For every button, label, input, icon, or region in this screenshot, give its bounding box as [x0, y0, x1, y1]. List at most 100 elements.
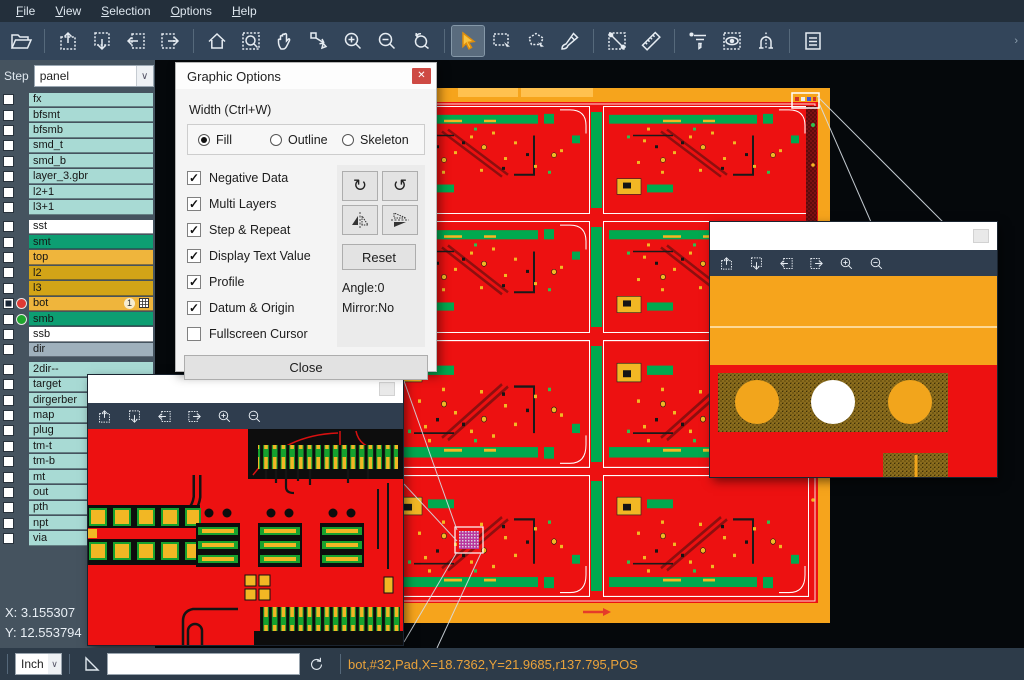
checkbox-box[interactable]: ✓	[187, 249, 201, 263]
reset-button[interactable]: Reset	[342, 244, 416, 270]
toolbar-overflow-icon[interactable]: ›	[1014, 35, 1018, 47]
radio-skeleton[interactable]: Skeleton	[342, 133, 414, 147]
send-top-icon[interactable]	[718, 255, 735, 272]
layer-name[interactable]: l3	[29, 281, 153, 295]
open-file-icon[interactable]	[5, 26, 37, 56]
zoom-in-icon[interactable]	[216, 408, 233, 425]
layer-row-l3[interactable]: l3	[0, 281, 155, 296]
corner-angle-icon[interactable]	[83, 655, 101, 673]
unit-select[interactable]: Inch ∨	[15, 653, 62, 675]
layer-row-l3+1[interactable]: l3+1	[0, 200, 155, 215]
layer-visibility-checkbox[interactable]	[3, 472, 14, 483]
zoom-out-icon[interactable]	[868, 255, 885, 272]
send-left-icon[interactable]	[778, 255, 795, 272]
layer-row-smt[interactable]: smt	[0, 235, 155, 250]
close-icon[interactable]: ✕	[412, 68, 431, 84]
layer-visibility-checkbox[interactable]	[3, 237, 14, 248]
layer-visibility-checkbox[interactable]	[3, 518, 14, 529]
ruler-icon[interactable]	[635, 26, 667, 56]
net-trace-icon[interactable]	[750, 26, 782, 56]
send-bottom-icon[interactable]	[748, 255, 765, 272]
checkbox-box[interactable]: ✓	[187, 275, 201, 289]
layer-visibility-checkbox[interactable]	[3, 171, 14, 182]
layer-visibility-checkbox[interactable]	[3, 502, 14, 513]
layer-visibility-checkbox[interactable]	[3, 110, 14, 121]
layer-visibility-checkbox[interactable]	[3, 298, 14, 309]
layer-row-bot[interactable]: bot1	[0, 296, 155, 311]
send-top-icon[interactable]	[52, 26, 84, 56]
layer-row-l2+1[interactable]: l2+1	[0, 184, 155, 199]
layer-name[interactable]: l2+1	[29, 185, 153, 199]
layer-visibility-checkbox[interactable]	[3, 410, 14, 421]
checkbox-multi-layers[interactable]: ✓Multi Layers	[187, 191, 333, 217]
layer-name[interactable]: smb	[29, 312, 153, 326]
layer-name[interactable]: bfsmb	[29, 123, 153, 137]
step-select[interactable]: panel ∨	[34, 65, 154, 87]
layer-visibility-checkbox[interactable]	[3, 314, 14, 325]
select-rect-icon[interactable]	[486, 26, 518, 56]
menu-item-selection[interactable]: Selection	[91, 1, 160, 21]
radio-outline[interactable]: Outline	[270, 133, 342, 147]
zoom-window-icon[interactable]	[235, 26, 267, 56]
layer-row-fx[interactable]: fx	[0, 92, 155, 107]
radio-circle[interactable]	[198, 134, 210, 146]
checkbox-step-repeat[interactable]: ✓Step & Repeat	[187, 217, 333, 243]
select-polygon-icon[interactable]	[520, 26, 552, 56]
layer-row-ssb[interactable]: ssb	[0, 327, 155, 342]
layer-name[interactable]: smt	[29, 235, 153, 249]
layer-visibility-checkbox[interactable]	[3, 441, 14, 452]
layer-visibility-checkbox[interactable]	[3, 94, 14, 105]
magnifier-view-bottom[interactable]	[88, 429, 403, 645]
checkbox-box[interactable]: ✓	[187, 197, 201, 211]
radio-fill[interactable]: Fill	[198, 133, 270, 147]
grid-table-icon[interactable]	[139, 298, 149, 308]
report-list-icon[interactable]	[797, 26, 829, 56]
chevron-down-icon[interactable]: ∨	[136, 66, 153, 86]
zoom-in-icon[interactable]	[337, 26, 369, 56]
layer-visibility-checkbox[interactable]	[3, 187, 14, 198]
dialog-titlebar[interactable]: Graphic Options ✕	[176, 63, 436, 89]
layer-name[interactable]: top	[29, 250, 153, 264]
layer-row-layer_3.gbr[interactable]: layer_3.gbr	[0, 169, 155, 184]
menu-item-file[interactable]: File	[6, 1, 45, 21]
layer-visibility-checkbox[interactable]	[3, 395, 14, 406]
pan-hand-icon[interactable]	[269, 26, 301, 56]
vertex-move-icon[interactable]	[303, 26, 335, 56]
zoom-previous-icon[interactable]	[405, 26, 437, 56]
layer-row-dir[interactable]: dir	[0, 342, 155, 357]
layer-visibility-checkbox[interactable]	[3, 344, 14, 355]
zoom-out-icon[interactable]	[246, 408, 263, 425]
layer-row-bfsmt[interactable]: bfsmt	[0, 107, 155, 122]
send-bottom-icon[interactable]	[86, 26, 118, 56]
layer-name[interactable]: sst	[29, 220, 153, 234]
checkbox-display-text-value[interactable]: ✓Display Text Value	[187, 243, 333, 269]
home-view-icon[interactable]	[201, 26, 233, 56]
layer-name[interactable]: bot1	[29, 297, 153, 311]
refresh-icon[interactable]	[308, 656, 325, 673]
menu-item-help[interactable]: Help	[222, 1, 267, 21]
close-button[interactable]: Close	[184, 355, 428, 380]
layer-visibility-checkbox[interactable]	[3, 156, 14, 167]
radio-circle[interactable]	[270, 134, 282, 146]
layer-visibility-checkbox[interactable]	[3, 533, 14, 544]
send-bottom-icon[interactable]	[126, 408, 143, 425]
menu-item-view[interactable]: View	[45, 1, 91, 21]
layer-name[interactable]: fx	[29, 93, 153, 107]
magnifier-window-top[interactable]	[710, 222, 997, 477]
layer-visibility-checkbox[interactable]	[3, 267, 14, 278]
layer-name[interactable]: layer_3.gbr	[29, 169, 153, 183]
brush-icon[interactable]	[554, 26, 586, 56]
zoom-in-icon[interactable]	[838, 255, 855, 272]
layer-row-smd_b[interactable]: smd_b	[0, 154, 155, 169]
layer-visibility-checkbox[interactable]	[3, 487, 14, 498]
send-left-icon[interactable]	[120, 26, 152, 56]
zoom-out-icon[interactable]	[371, 26, 403, 56]
rotate-cw-button[interactable]: ↻	[342, 171, 378, 201]
layer-name[interactable]: smd_b	[29, 154, 153, 168]
window-button[interactable]	[973, 229, 989, 243]
checkbox-box[interactable]	[187, 327, 201, 341]
checkbox-box[interactable]: ✓	[187, 171, 201, 185]
layer-visibility-checkbox[interactable]	[3, 425, 14, 436]
checkbox-fullscreen-cursor[interactable]: Fullscreen Cursor	[187, 321, 333, 347]
send-top-icon[interactable]	[96, 408, 113, 425]
